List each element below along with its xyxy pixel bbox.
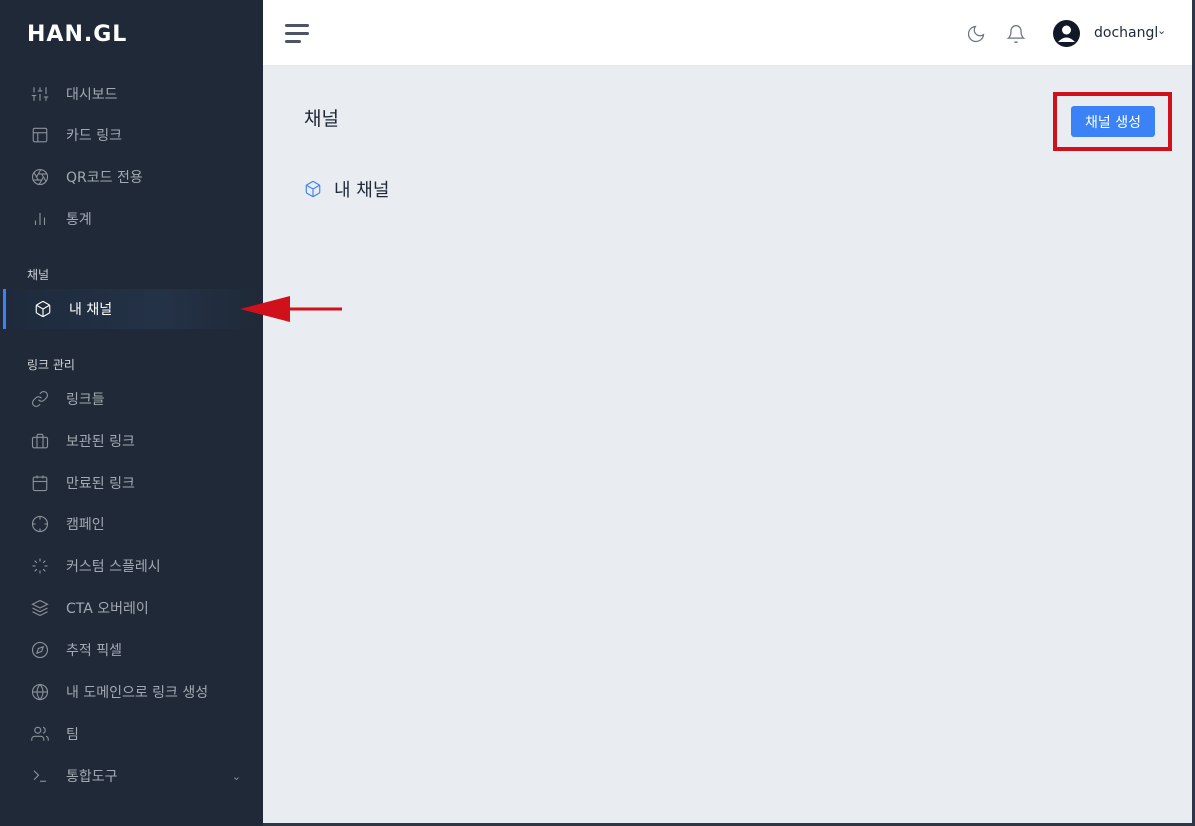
sidebar-item-label: 보관된 링크 [66,434,135,450]
sidebar-item-stats[interactable]: 통계 [0,199,263,239]
sidebar-item-expired[interactable]: 만료된 링크 [0,463,263,503]
sidebar-item-label: 추적 픽셀 [66,643,122,659]
sidebar-item-cta[interactable]: CTA 오버레이 [0,588,263,628]
hamburger-menu-icon[interactable] [285,24,309,44]
sidebar-item-campaign[interactable]: 캠페인 [0,504,263,544]
bar-chart-icon [31,210,49,228]
chevron-down-icon[interactable]: ⌄ [1157,24,1166,37]
link-icon [31,390,49,408]
top-header: dochangl ⌄ [263,0,1192,66]
box-icon [304,180,322,198]
globe-icon [31,683,49,701]
sidebar-item-label: 대시보드 [66,87,118,103]
layers-icon [31,599,49,617]
sidebar-item-my-channel[interactable]: 내 채널 [3,289,263,329]
arrow-annotation-icon [240,296,342,322]
sidebar: HAN.GL 대시보드 카드 링크 QR코드 전용 통계 채널 내 채널 링크 … [0,0,263,826]
aperture-icon [31,168,49,186]
my-channel-label: 내 채널 [334,180,390,201]
main-content: 채널 채널 생성 내 채널 [263,66,1192,823]
sidebar-item-label: QR코드 전용 [66,170,143,186]
calendar-icon [31,474,49,492]
create-channel-button[interactable]: 채널 생성 [1071,106,1155,137]
sidebar-item-label: 내 도메인으로 링크 생성 [66,685,209,701]
sidebar-item-label: 만료된 링크 [66,476,135,492]
sidebar-item-domain[interactable]: 내 도메인으로 링크 생성 [0,672,263,712]
sidebar-item-label: CTA 오버레이 [66,601,149,617]
compass-icon [31,641,49,659]
box-icon [34,300,52,318]
sidebar-item-integrations[interactable]: 통합도구 ⌄ [0,756,263,796]
moon-icon[interactable] [966,24,986,44]
sidebar-item-pixel[interactable]: 추적 픽셀 [0,630,263,670]
sidebar-item-label: 통합도구 [66,769,118,785]
page-title: 채널 [304,108,339,130]
my-channel-heading: 내 채널 [304,176,389,202]
section-label-links: 링크 관리 [27,358,75,372]
sidebar-item-qr[interactable]: QR코드 전용 [0,157,263,197]
sidebar-item-label: 팀 [66,727,79,743]
crosshair-icon [31,515,49,533]
terminal-icon [31,767,49,785]
sidebar-item-label: 카드 링크 [66,128,122,144]
layout-icon [31,126,49,144]
sidebar-item-label: 링크들 [66,392,105,408]
sidebar-item-label: 캠페인 [66,517,105,533]
username[interactable]: dochangl [1094,25,1158,41]
users-icon [31,725,49,743]
sidebar-item-label: 통계 [66,212,92,228]
sidebar-item-card-link[interactable]: 카드 링크 [0,115,263,155]
chevron-down-icon: ⌄ [231,769,241,783]
sidebar-item-archived[interactable]: 보관된 링크 [0,421,263,461]
sidebar-item-splash[interactable]: 커스텀 스플레시 [0,546,263,586]
bell-icon[interactable] [1006,24,1026,44]
sliders-icon [31,85,49,103]
loader-icon [31,557,49,575]
briefcase-icon [31,432,49,450]
sidebar-item-links[interactable]: 링크들 [0,379,263,419]
sidebar-item-label: 커스텀 스플레시 [66,559,161,575]
section-label-channel: 채널 [27,268,50,282]
sidebar-item-label: 내 채널 [69,302,113,318]
sidebar-item-team[interactable]: 팀 [0,714,263,754]
sidebar-item-dashboard[interactable]: 대시보드 [0,74,263,114]
user-avatar-icon[interactable] [1053,20,1080,47]
brand-logo[interactable]: HAN.GL [27,22,127,47]
